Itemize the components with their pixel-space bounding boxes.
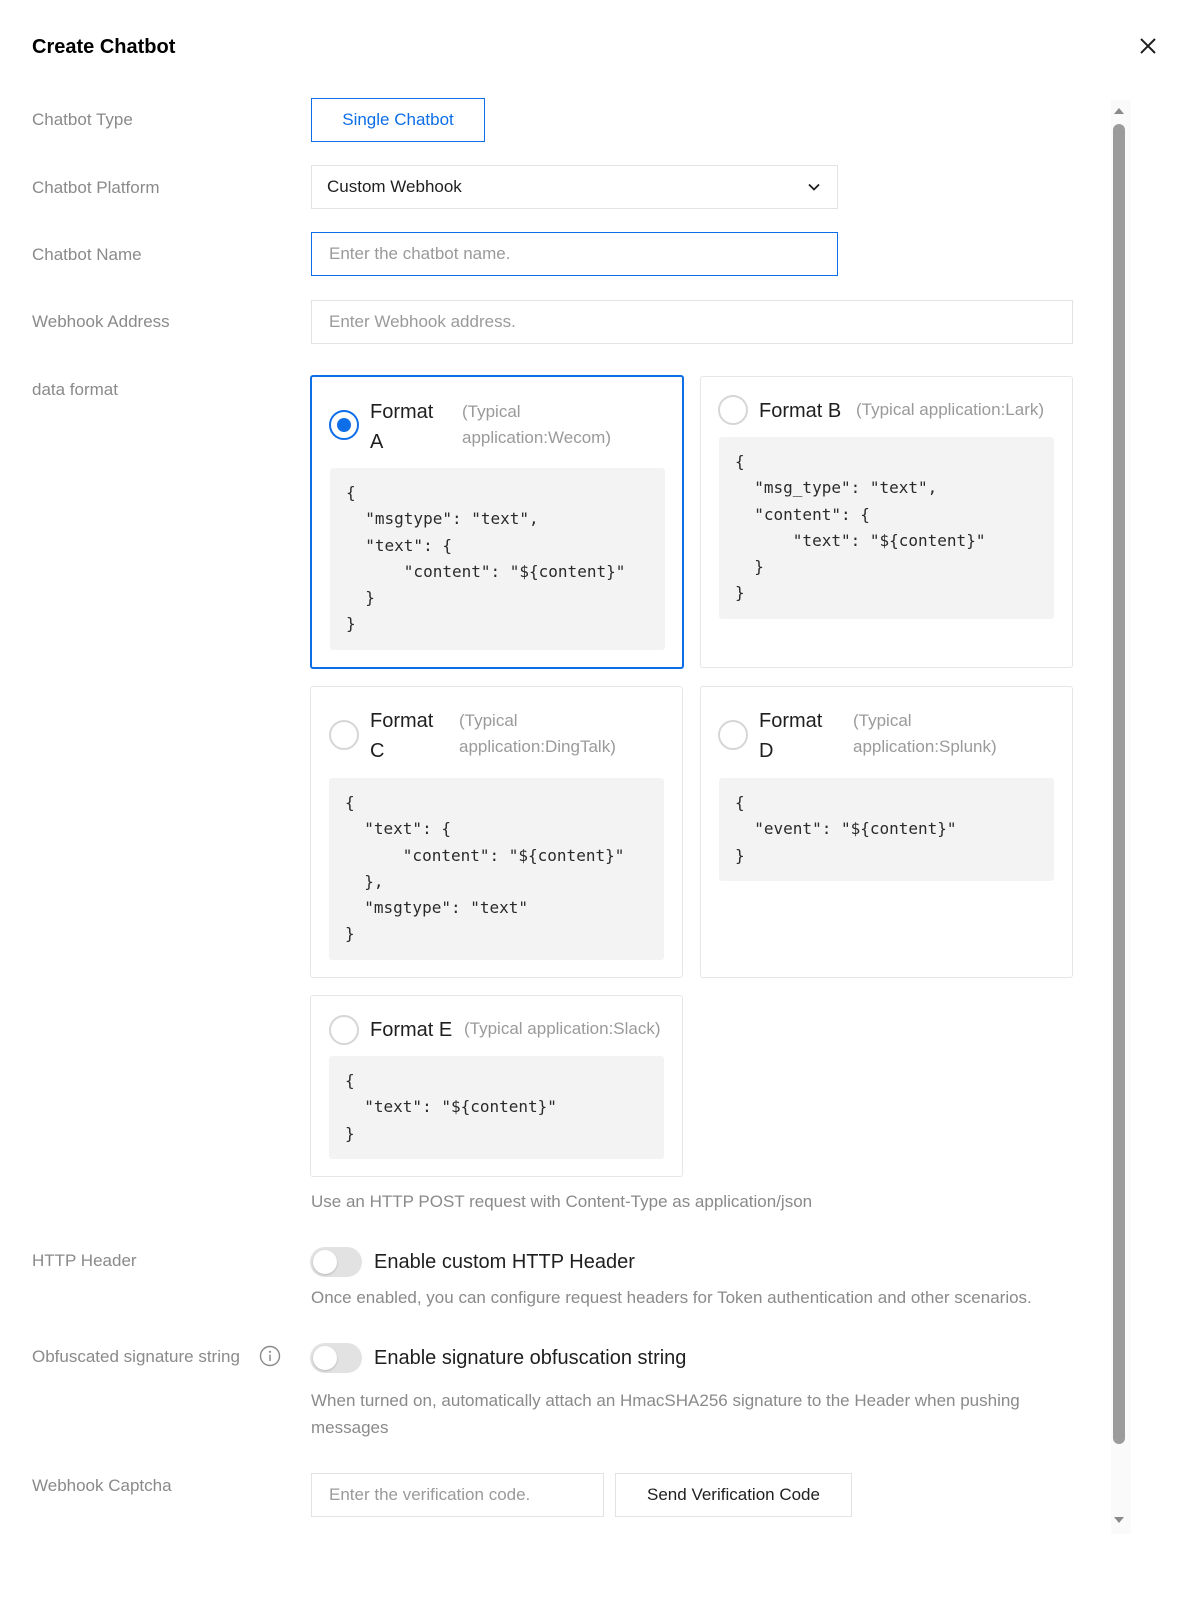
format-e-desc: (Typical application:Slack) bbox=[464, 1019, 661, 1038]
chevron-down-icon bbox=[808, 183, 820, 191]
send-verification-code-button[interactable]: Send Verification Code bbox=[615, 1473, 852, 1517]
webhook-address-input[interactable] bbox=[327, 311, 1072, 333]
triangle-down-icon[interactable] bbox=[1113, 1514, 1125, 1526]
platform-select[interactable]: Custom Webhook bbox=[311, 165, 838, 209]
format-d-desc: (Typical application:Splunk) bbox=[853, 711, 997, 756]
platform-select-value: Custom Webhook bbox=[327, 177, 462, 196]
http-header-hint: Once enabled, you can configure request … bbox=[311, 1288, 1032, 1307]
http-header-label: HTTP Header bbox=[32, 1251, 137, 1270]
scrollbar-thumb[interactable] bbox=[1113, 124, 1125, 1444]
format-d-code: { "event": "${content}" } bbox=[719, 778, 1054, 881]
chatbot-name-field bbox=[311, 232, 838, 276]
toggle-knob bbox=[313, 1346, 337, 1370]
format-c-radio[interactable] bbox=[329, 720, 359, 750]
signature-hint: When turned on, automatically attach an … bbox=[311, 1391, 1020, 1437]
captcha-input[interactable] bbox=[327, 1484, 603, 1506]
format-a-name: Format A bbox=[370, 401, 434, 453]
format-a-code: { "msgtype": "text", "text": { "content"… bbox=[330, 468, 665, 650]
captcha-field bbox=[311, 1473, 604, 1517]
format-b-name: Format B bbox=[759, 400, 842, 422]
close-icon[interactable] bbox=[1136, 34, 1160, 58]
webhook-captcha-label: Webhook Captcha bbox=[32, 1476, 172, 1495]
triangle-up-icon[interactable] bbox=[1113, 105, 1125, 117]
data-format-label: data format bbox=[32, 380, 118, 399]
format-e-name: Format E bbox=[370, 1019, 453, 1041]
format-e-code: { "text": "${content}" } bbox=[329, 1056, 664, 1159]
http-header-toggle[interactable] bbox=[310, 1247, 362, 1277]
signature-toggle-label: Enable signature obfuscation string bbox=[374, 1347, 687, 1369]
format-d-radio[interactable] bbox=[718, 720, 748, 750]
format-d-name: Format D bbox=[759, 710, 823, 762]
webhook-address-field bbox=[311, 300, 1073, 344]
format-d-card[interactable]: Format D (Typical application:Splunk) { … bbox=[700, 686, 1073, 978]
chatbot-name-label: Chatbot Name bbox=[32, 245, 142, 264]
format-e-radio[interactable] bbox=[329, 1015, 359, 1045]
format-a-desc: (Typical application:Wecom) bbox=[462, 402, 611, 447]
format-c-card[interactable]: Format C (Typical application:DingTalk) … bbox=[310, 686, 683, 978]
format-b-card[interactable]: Format B (Typical application:Lark) { "m… bbox=[700, 376, 1073, 668]
chatbot-platform-label: Chatbot Platform bbox=[32, 178, 160, 197]
format-b-radio[interactable] bbox=[718, 395, 748, 425]
dialog-title: Create Chatbot bbox=[32, 36, 176, 58]
format-c-code: { "text": { "content": "${content}" }, "… bbox=[329, 778, 664, 960]
chatbot-type-label: Chatbot Type bbox=[32, 110, 133, 129]
format-e-card[interactable]: Format E (Typical application:Slack) { "… bbox=[310, 995, 683, 1177]
signature-label: Obfuscated signature string bbox=[32, 1347, 240, 1366]
format-b-desc: (Typical application:Lark) bbox=[856, 400, 1045, 419]
chatbot-name-input[interactable] bbox=[327, 243, 837, 265]
format-a-radio[interactable] bbox=[329, 410, 359, 440]
toggle-knob bbox=[313, 1250, 337, 1274]
format-b-code: { "msg_type": "text", "content": { "text… bbox=[719, 437, 1054, 619]
format-c-name: Format C bbox=[370, 710, 434, 762]
data-format-hint: Use an HTTP POST request with Content-Ty… bbox=[311, 1192, 813, 1211]
format-c-desc: (Typical application:DingTalk) bbox=[459, 711, 616, 756]
single-chatbot-button[interactable]: Single Chatbot bbox=[311, 98, 485, 142]
http-header-toggle-label: Enable custom HTTP Header bbox=[374, 1251, 635, 1273]
format-a-card[interactable]: Format A (Typical application:Wecom) { "… bbox=[310, 375, 684, 669]
info-icon[interactable] bbox=[259, 1345, 281, 1367]
webhook-address-label: Webhook Address bbox=[32, 312, 170, 331]
signature-toggle[interactable] bbox=[310, 1343, 362, 1373]
